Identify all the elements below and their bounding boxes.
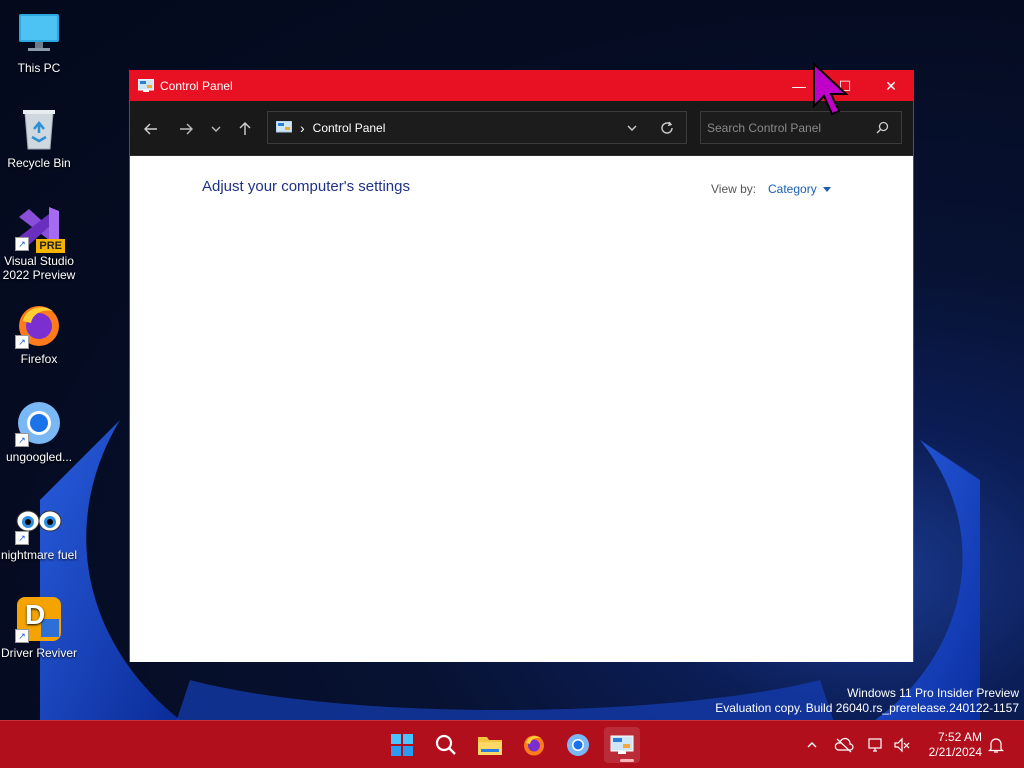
desktop-icon-label: Driver Reviver [0, 646, 77, 660]
shortcut-arrow-icon: ↗ [15, 531, 29, 545]
taskbar: 7:52 AM 2/21/2024 [0, 720, 1024, 768]
eyes-icon: ↗ [15, 497, 63, 545]
notifications-button[interactable] [986, 735, 1006, 755]
control-panel-icon [276, 120, 292, 132]
caret-down-icon [822, 187, 831, 192]
bell-icon [988, 738, 1004, 753]
view-by-dropdown[interactable]: Category [768, 182, 832, 196]
clock-date: 2/21/2024 [928, 745, 982, 759]
chromium-icon: ↗ [15, 399, 63, 447]
driver-reviver-badge: D [25, 599, 46, 630]
show-hidden-icons-button[interactable] [802, 735, 822, 755]
address-dropdown-button[interactable] [626, 122, 638, 137]
evaluation-watermark: Windows 11 Pro Insider Preview Evaluatio… [715, 686, 1019, 716]
taskbar-firefox[interactable] [516, 727, 552, 763]
desktop-icon-label: Firefox [20, 352, 58, 366]
active-app-indicator [620, 759, 634, 762]
breadcrumb-separator[interactable]: › [300, 120, 305, 136]
start-icon [391, 734, 413, 756]
volume-muted-icon[interactable] [892, 735, 912, 755]
desktop-icon-label: Recycle Bin [7, 156, 71, 170]
shortcut-arrow-icon: ↗ [15, 335, 29, 349]
window-title: Control Panel [160, 79, 233, 93]
clock-time: 7:52 AM [937, 730, 982, 744]
chromium-icon [567, 734, 589, 756]
control-panel-icon [138, 79, 154, 92]
system-clock[interactable]: 7:52 AM 2/21/2024 [929, 730, 982, 760]
control-panel-window: Control Panel — ☐ ✕ › Control Panel Sear… [129, 70, 914, 662]
recent-locations-button[interactable] [203, 116, 229, 142]
desktop-icon-label: Visual Studio 2022 Preview [2, 254, 76, 282]
desktop-icon-label: nightmare fuel [0, 548, 78, 562]
arrow-right-icon [180, 123, 193, 135]
view-by-label: View by: [711, 182, 757, 196]
desktop-icon-recycle-bin[interactable]: Recycle Bin [0, 105, 78, 170]
firefox-icon: ↗ [15, 301, 63, 349]
search-box[interactable] [700, 111, 902, 144]
desktop-icon-nightmare-fuel[interactable]: ↗ nightmare fuel [0, 497, 78, 562]
network-icon[interactable] [866, 735, 886, 755]
start-button[interactable] [384, 727, 420, 763]
chevron-down-icon [627, 125, 637, 131]
refresh-button[interactable] [660, 121, 674, 138]
desktop-icon-ungoogled[interactable]: ↗ ungoogled... [0, 399, 78, 464]
file-explorer-icon [478, 737, 502, 755]
breadcrumb-control-panel[interactable]: Control Panel [313, 121, 386, 135]
forward-button[interactable] [173, 116, 199, 142]
shortcut-arrow-icon: ↗ [15, 237, 29, 251]
visual-studio-icon: PRE ↗ [15, 203, 65, 253]
taskbar-search-button[interactable] [428, 727, 464, 763]
back-button[interactable] [138, 116, 164, 142]
arrow-left-icon [144, 123, 157, 135]
desktop-icon-driver-reviver[interactable]: D ↗ Driver Reviver [0, 595, 78, 660]
firefox-icon [524, 735, 544, 756]
address-bar[interactable]: › Control Panel [267, 111, 687, 144]
search-icon [435, 734, 456, 755]
mouse-cursor-icon [813, 62, 849, 116]
arrow-up-icon [239, 122, 251, 135]
view-by-value[interactable]: Category [768, 182, 817, 196]
taskbar-chromium[interactable] [560, 727, 596, 763]
recycle-bin-icon [15, 105, 63, 153]
shortcut-arrow-icon: ↗ [15, 629, 29, 643]
desktop-icon-this-pc[interactable]: This PC [0, 10, 78, 75]
navigation-bar: › Control Panel [130, 101, 913, 156]
close-button[interactable]: ✕ [868, 71, 914, 101]
search-input[interactable] [707, 120, 867, 135]
driver-reviver-icon: D ↗ [15, 595, 63, 643]
chevron-down-icon [211, 126, 221, 132]
desktop-icon-label: This PC [17, 61, 61, 75]
taskbar-file-explorer[interactable] [472, 727, 508, 763]
search-icon[interactable] [876, 121, 889, 137]
content-area: Adjust your computer's settings View by:… [130, 156, 913, 662]
desktop-icon-label: ungoogled... [5, 450, 73, 464]
watermark-line-1: Windows 11 Pro Insider Preview [847, 686, 1019, 700]
page-title: Adjust your computer's settings [202, 178, 410, 195]
desktop-icon-firefox[interactable]: ↗ Firefox [0, 301, 78, 366]
title-bar[interactable]: Control Panel — ☐ ✕ [130, 71, 913, 101]
watermark-line-2: Evaluation copy. Build 26040.rs_prerelea… [715, 701, 1019, 715]
taskbar-control-panel[interactable] [604, 727, 640, 763]
control-panel-icon [610, 735, 634, 754]
monitor-icon [15, 10, 63, 58]
refresh-icon [661, 121, 673, 134]
shortcut-arrow-icon: ↗ [15, 433, 29, 447]
visual-studio-badge: PRE [36, 239, 65, 253]
chevron-up-icon [807, 742, 817, 748]
up-button[interactable] [232, 116, 258, 142]
desktop-icon-visual-studio[interactable]: PRE ↗ Visual Studio 2022 Preview [0, 203, 78, 282]
onedrive-offline-icon[interactable] [834, 735, 854, 755]
